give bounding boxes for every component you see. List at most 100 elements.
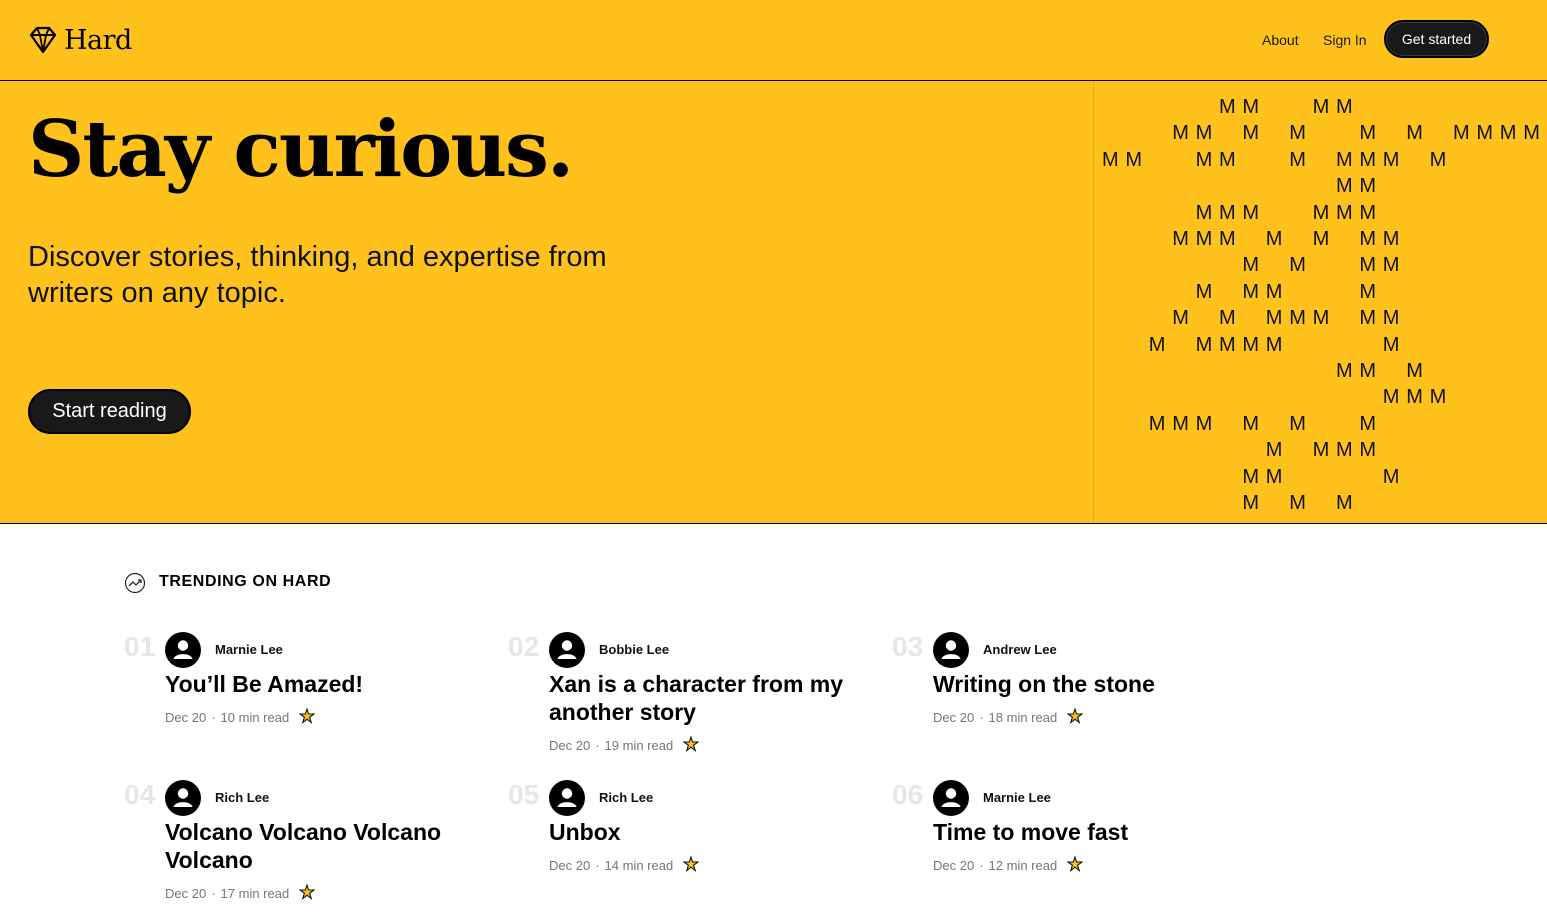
- m-glyph: M: [1359, 122, 1377, 145]
- m-letter-art: MMMMMMMMMMMMMMMMMMMMMMMMMMMMMMMMMMMMMMMM…: [1093, 81, 1547, 523]
- m-glyph: M: [1242, 280, 1260, 303]
- m-glyph: M: [1336, 175, 1353, 198]
- m-glyph: M: [1289, 412, 1306, 435]
- m-glyph: M: [1382, 386, 1400, 409]
- author-name[interactable]: Andrew Lee: [983, 642, 1057, 657]
- m-glyph: M: [1453, 122, 1470, 145]
- trending-rank: 05: [508, 779, 540, 810]
- read-time: 14 min read: [604, 858, 674, 873]
- m-glyph: M: [1265, 228, 1283, 250]
- m-glyph: M: [1242, 201, 1260, 224]
- trending-rank: 04: [124, 779, 156, 810]
- m-glyph: M: [1195, 280, 1213, 303]
- m-glyph: M: [1476, 122, 1494, 145]
- meta-separator: ·: [211, 710, 216, 725]
- m-glyph: M: [1312, 96, 1330, 118]
- m-glyph: M: [1359, 280, 1377, 303]
- m-glyph: M: [1359, 439, 1377, 462]
- story-meta: Dec 20 · 19 min read: [549, 735, 700, 755]
- m-glyph: M: [1195, 333, 1213, 356]
- avatar[interactable]: [933, 632, 969, 673]
- m-glyph: M: [1125, 148, 1143, 171]
- avatar[interactable]: [549, 780, 585, 821]
- story-title[interactable]: Volcano Volcano Volcano Volcano: [165, 818, 485, 874]
- m-glyph: M: [1406, 386, 1423, 409]
- nav-sign-in-link[interactable]: Sign In: [1323, 32, 1367, 48]
- m-glyph: M: [1265, 307, 1283, 330]
- brand-logo[interactable]: Hard: [28, 22, 132, 58]
- trending-icon: [124, 572, 146, 594]
- m-glyph: M: [1102, 148, 1119, 171]
- start-reading-button[interactable]: Start reading: [28, 389, 191, 434]
- m-glyph: M: [1242, 492, 1260, 514]
- m-glyph: M: [1359, 175, 1377, 198]
- m-glyph: M: [1219, 148, 1236, 171]
- m-glyph: M: [1219, 307, 1236, 330]
- m-glyph: M: [1312, 307, 1330, 330]
- m-glyph: M: [1499, 122, 1517, 145]
- avatar[interactable]: [165, 780, 201, 821]
- member-star-icon: [298, 883, 316, 903]
- author-name[interactable]: Marnie Lee: [215, 642, 283, 657]
- m-glyph: M: [1429, 148, 1447, 171]
- meta-separator: ·: [595, 738, 600, 753]
- m-glyph: M: [1312, 439, 1330, 462]
- author-name[interactable]: Rich Lee: [599, 790, 653, 805]
- author-name[interactable]: Bobbie Lee: [599, 642, 669, 657]
- meta-separator: ·: [979, 858, 984, 873]
- meta-separator: ·: [211, 886, 216, 901]
- meta-separator: ·: [595, 858, 600, 873]
- m-glyph: M: [1242, 122, 1260, 145]
- avatar[interactable]: [165, 632, 201, 673]
- story-date: Dec 20: [933, 710, 975, 725]
- story-meta: Dec 20 · 10 min read: [165, 707, 316, 727]
- m-glyph: M: [1289, 307, 1306, 330]
- avatar[interactable]: [549, 632, 585, 673]
- m-glyph: M: [1336, 148, 1353, 171]
- m-glyph: M: [1289, 254, 1306, 277]
- trending-heading: TRENDING ON HARD: [159, 573, 332, 590]
- author-name[interactable]: Rich Lee: [215, 790, 269, 805]
- m-glyph: M: [1523, 122, 1540, 145]
- m-glyph: M: [1382, 254, 1400, 277]
- m-glyph: M: [1289, 492, 1306, 514]
- author-name[interactable]: Marnie Lee: [983, 790, 1051, 805]
- m-glyph: M: [1312, 201, 1330, 224]
- site-header: Hard About Sign In Get started: [0, 0, 1547, 81]
- story-meta: Dec 20 · 12 min read: [933, 855, 1084, 875]
- story-title[interactable]: Unbox: [549, 818, 869, 846]
- read-time: 18 min read: [988, 710, 1058, 725]
- avatar[interactable]: [933, 780, 969, 821]
- m-glyph: M: [1382, 148, 1400, 171]
- m-glyph: M: [1406, 360, 1423, 382]
- m-glyph: M: [1429, 386, 1447, 409]
- nav-about-link[interactable]: About: [1262, 32, 1299, 48]
- m-glyph: M: [1219, 96, 1236, 118]
- story-title[interactable]: Writing on the stone: [933, 670, 1253, 698]
- m-glyph: M: [1289, 148, 1306, 171]
- story-meta: Dec 20 · 18 min read: [933, 707, 1084, 727]
- m-glyph: M: [1219, 201, 1236, 224]
- m-glyph: M: [1382, 465, 1400, 488]
- m-glyph: M: [1172, 307, 1189, 330]
- hero-banner: Stay curious. Discover stories, thinking…: [0, 81, 1547, 524]
- get-started-button[interactable]: Get started: [1384, 20, 1489, 58]
- read-time: 17 min read: [220, 886, 290, 901]
- m-glyph: M: [1336, 96, 1353, 118]
- story-title[interactable]: Xan is a character from my another story: [549, 670, 869, 726]
- member-star-icon: [682, 855, 700, 875]
- read-time: 12 min read: [988, 858, 1058, 873]
- m-glyph: M: [1195, 148, 1213, 171]
- brand-name: Hard: [64, 24, 132, 56]
- story-title[interactable]: You’ll Be Amazed!: [165, 670, 485, 698]
- m-glyph: M: [1195, 228, 1213, 250]
- story-meta: Dec 20 · 17 min read: [165, 883, 316, 903]
- m-glyph: M: [1336, 360, 1353, 382]
- m-glyph: M: [1172, 412, 1189, 435]
- member-star-icon: [1066, 855, 1084, 875]
- m-glyph: M: [1242, 254, 1260, 277]
- m-glyph: M: [1359, 148, 1377, 171]
- trending-rank: 03: [892, 631, 924, 662]
- story-title[interactable]: Time to move fast: [933, 818, 1253, 846]
- m-glyph: M: [1382, 333, 1400, 356]
